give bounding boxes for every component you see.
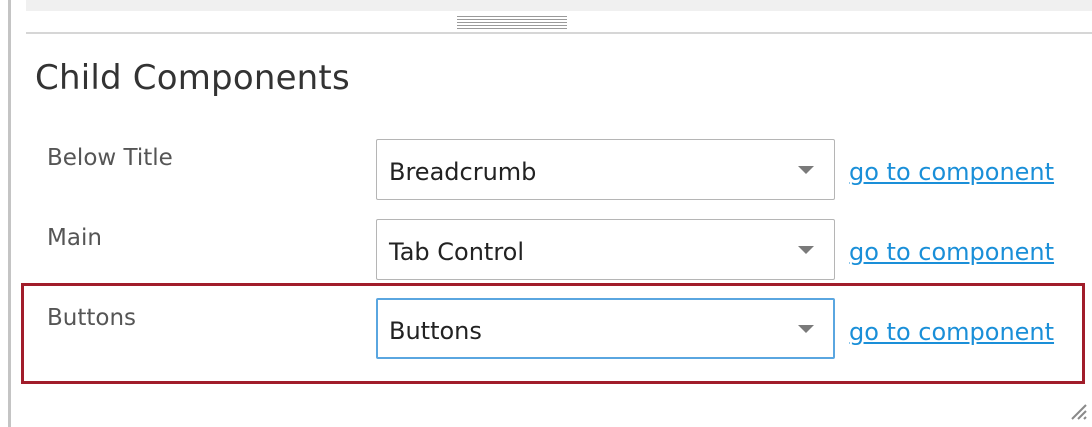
panel-divider bbox=[26, 32, 1092, 34]
row-label-main: Main bbox=[47, 225, 102, 251]
splitter-grip-icon[interactable] bbox=[457, 16, 567, 30]
select-value: Buttons bbox=[389, 317, 482, 345]
select-value: Tab Control bbox=[389, 238, 525, 266]
panel-left-border bbox=[8, 0, 11, 427]
buttons-select[interactable]: Buttons bbox=[376, 298, 835, 359]
goto-component-link-main[interactable]: go to component bbox=[849, 238, 1054, 266]
main-select[interactable]: Tab Control bbox=[376, 219, 835, 280]
section-title: Child Components bbox=[35, 58, 350, 98]
goto-component-link-below-title[interactable]: go to component bbox=[849, 158, 1054, 186]
row-label-buttons: Buttons bbox=[47, 305, 137, 331]
chevron-down-icon[interactable] bbox=[798, 166, 814, 174]
child-components-panel: Child Components Below Title Breadcrumb … bbox=[0, 0, 1092, 427]
select-value: Breadcrumb bbox=[389, 158, 537, 186]
goto-component-link-buttons[interactable]: go to component bbox=[849, 318, 1054, 346]
chevron-down-icon[interactable] bbox=[798, 246, 814, 254]
panel-top-band bbox=[26, 0, 1092, 11]
resize-grip-icon[interactable] bbox=[1066, 399, 1088, 421]
below-title-select[interactable]: Breadcrumb bbox=[376, 139, 835, 200]
chevron-down-icon[interactable] bbox=[798, 325, 814, 333]
row-label-below-title: Below Title bbox=[47, 145, 173, 171]
